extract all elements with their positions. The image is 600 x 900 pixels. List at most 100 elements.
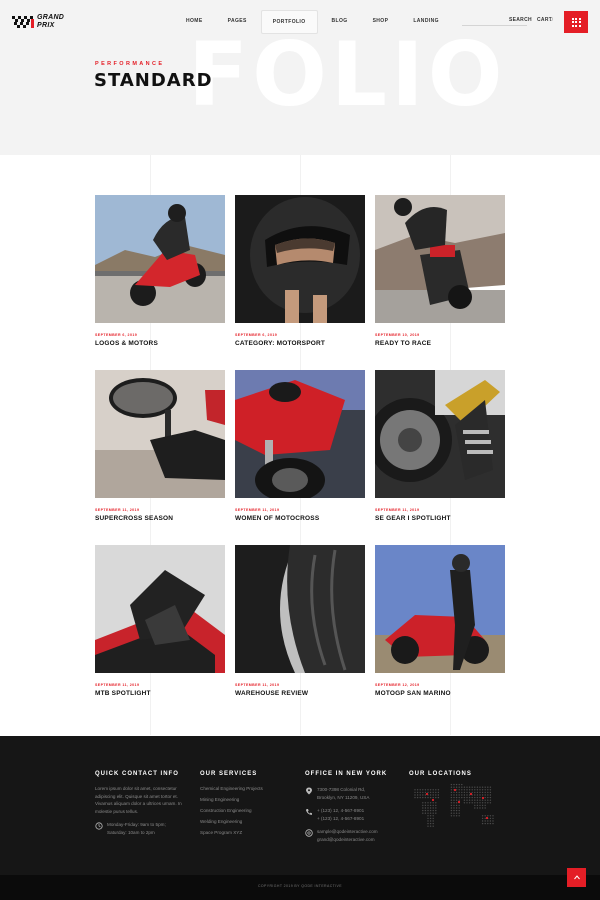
nav-blog[interactable]: BLOG	[321, 10, 359, 32]
cart-count-badge: 0	[550, 17, 553, 23]
item-date: SEPTEMBER 11, 2019	[95, 683, 140, 687]
portfolio-image-gloves[interactable]	[95, 545, 225, 673]
item-date: SEPTEMBER 11, 2019	[235, 683, 280, 687]
search-button[interactable]: SEARCH	[509, 17, 532, 23]
item-date: SEPTEMBER 11, 2019	[375, 508, 420, 512]
portfolio-image-helmet[interactable]	[235, 195, 365, 323]
portfolio-image-suspension[interactable]	[375, 370, 505, 498]
brand-line-2: PRIX	[37, 22, 55, 29]
item-title[interactable]: SE GEAR I SPOTLIGHT	[375, 515, 505, 522]
location-marker	[485, 816, 489, 820]
location-marker	[431, 798, 435, 802]
side-menu-button[interactable]	[564, 11, 588, 33]
location-marker	[481, 796, 485, 800]
footer-contact: QUICK CONTACT INFO Lorem ipsum dolor sit…	[95, 771, 195, 836]
nav-home[interactable]: HOME	[175, 10, 214, 32]
office-email: sample@qodeinteractive.com grand@qodeint…	[305, 828, 405, 843]
site-footer: QUICK CONTACT INFO Lorem ipsum dolor sit…	[0, 736, 600, 875]
address-line-2: Brooklyn, NY 11209, USA	[317, 794, 370, 800]
page-header: FOLIO GRAND PRIX HOME PAGES PORTFOLIO BL…	[0, 0, 600, 155]
address-line-1: 7300-7398 Colonial Rd,	[317, 787, 366, 792]
portfolio-image-rider-cornering[interactable]	[95, 195, 225, 323]
brand-line-1: GRAND	[37, 14, 65, 21]
phone-number[interactable]: + (123) 12, 4-567-8901	[317, 815, 364, 823]
portfolio-item[interactable]: SEPTEMBER 6, 2019 LOGOS & MOTORS	[95, 195, 225, 347]
hours-weekday: Monday-Friday: 9am to 5pm;	[107, 822, 166, 827]
checkered-flag-icon	[12, 16, 34, 28]
portfolio-image-rider-standing[interactable]	[375, 545, 505, 673]
email-address[interactable]: sample@qodeinteractive.com	[317, 828, 378, 836]
brand-wordmark: GRAND PRIX	[37, 14, 64, 30]
portfolio-item[interactable]: SEPTEMBER 11, 2019 SUPERCROSS SEASON	[95, 370, 225, 522]
item-date: SEPTEMBER 10, 2019	[375, 333, 420, 337]
portfolio-item[interactable]: SEPTEMBER 10, 2019 READY TO RACE	[375, 195, 505, 347]
service-link[interactable]: Construction Engineering	[200, 805, 300, 816]
main-nav: HOME PAGES PORTFOLIO BLOG SHOP LANDING	[175, 10, 453, 34]
location-marker	[425, 792, 429, 796]
nav-pages[interactable]: PAGES	[217, 10, 258, 32]
item-date: SEPTEMBER 11, 2019	[235, 508, 280, 512]
page-title: STANDARD	[94, 70, 213, 91]
grid-dots-icon	[571, 17, 581, 27]
item-date: SEPTEMBER 6, 2019	[95, 333, 138, 337]
item-date: SEPTEMBER 6, 2019	[235, 333, 278, 337]
footer-heading: OUR LOCATIONS	[409, 771, 472, 777]
service-link[interactable]: Space Program XYZ	[200, 827, 300, 838]
portfolio-image-tires[interactable]	[235, 545, 365, 673]
hero-watermark: FOLIO	[188, 23, 507, 126]
service-link[interactable]: Mining Engineering	[200, 794, 300, 805]
phone-icon	[306, 809, 312, 815]
email-address[interactable]: grand@qodeinteractive.com	[317, 836, 378, 844]
nav-landing[interactable]: LANDING	[402, 10, 450, 32]
world-map-dots	[414, 783, 494, 827]
item-title[interactable]: CATEGORY: MOTORSPORT	[235, 340, 365, 347]
arrow-up-icon	[573, 875, 580, 880]
portfolio-image-rear-rider[interactable]	[375, 195, 505, 323]
portfolio-item[interactable]: SEPTEMBER 12, 2019 MOTOGP SAN MARINO	[375, 545, 505, 697]
email-icon	[305, 829, 313, 837]
item-title[interactable]: SUPERCROSS SEASON	[95, 515, 225, 522]
item-title[interactable]: READY TO RACE	[375, 340, 505, 347]
location-marker	[453, 788, 457, 792]
footer-office: OFFICE IN NEW YORK 7300-7398 Colonial Rd…	[305, 771, 405, 843]
hours-saturday: Saturday: 10am to 2pm	[107, 829, 155, 835]
phone-number[interactable]: + (123) 12, 4-567-8901	[317, 807, 364, 815]
footer-heading: QUICK CONTACT INFO	[95, 771, 179, 777]
portfolio-item[interactable]: SEPTEMBER 11, 2019 WAREHOUSE REVIEW	[235, 545, 365, 697]
item-title[interactable]: MTB SPOTLIGHT	[95, 690, 225, 697]
search-underline	[462, 25, 527, 26]
portfolio-image-mirror-glove[interactable]	[95, 370, 225, 498]
copyright-bar: COPYRIGHT 2019 BY QODE INTERACTIVE	[0, 875, 600, 900]
item-title[interactable]: LOGOS & MOTORS	[95, 340, 225, 347]
footer-heading: OFFICE IN NEW YORK	[305, 771, 388, 777]
back-to-top-button[interactable]	[567, 868, 586, 887]
hero-subtitle: PERFORMANCE	[95, 61, 165, 67]
location-marker	[469, 792, 473, 796]
footer-services: OUR SERVICES Chemical Engineering Projec…	[200, 771, 300, 838]
item-date: SEPTEMBER 12, 2019	[375, 683, 420, 687]
nav-portfolio[interactable]: PORTFOLIO	[260, 10, 318, 34]
copyright-text: COPYRIGHT 2019 BY QODE INTERACTIVE	[257, 884, 343, 888]
footer-contact-text: Lorem ipsum dolor sit amet, consectetur …	[95, 786, 182, 814]
location-marker	[457, 800, 461, 804]
item-date: SEPTEMBER 11, 2019	[95, 508, 140, 512]
footer-hours: Monday-Friday: 9am to 5pm; Saturday: 10a…	[95, 821, 195, 836]
nav-shop[interactable]: SHOP	[362, 10, 400, 32]
clock-icon	[95, 822, 103, 830]
location-pin-icon	[306, 787, 312, 795]
portfolio-item[interactable]: SEPTEMBER 11, 2019 SE GEAR I SPOTLIGHT	[375, 370, 505, 522]
portfolio-image-red-motorcycle[interactable]	[235, 370, 365, 498]
footer-locations: OUR LOCATIONS	[409, 771, 509, 777]
service-link[interactable]: Welding Engineering	[200, 816, 300, 827]
office-address: 7300-7398 Colonial Rd, Brooklyn, NY 1120…	[305, 786, 405, 801]
item-title[interactable]: WOMEN OF MOTOCROSS	[235, 515, 365, 522]
office-phone: + (123) 12, 4-567-8901 + (123) 12, 4-567…	[305, 807, 405, 822]
site-logo[interactable]: GRAND PRIX	[12, 14, 72, 30]
portfolio-item[interactable]: SEPTEMBER 6, 2019 CATEGORY: MOTORSPORT	[235, 195, 365, 347]
service-link[interactable]: Chemical Engineering Projects	[200, 783, 300, 794]
portfolio-item[interactable]: SEPTEMBER 11, 2019 MTB SPOTLIGHT	[95, 545, 225, 697]
item-title[interactable]: MOTOGP SAN MARINO	[375, 690, 505, 697]
portfolio-item[interactable]: SEPTEMBER 11, 2019 WOMEN OF MOTOCROSS	[235, 370, 365, 522]
footer-heading: OUR SERVICES	[200, 771, 258, 777]
item-title[interactable]: WAREHOUSE REVIEW	[235, 690, 365, 697]
